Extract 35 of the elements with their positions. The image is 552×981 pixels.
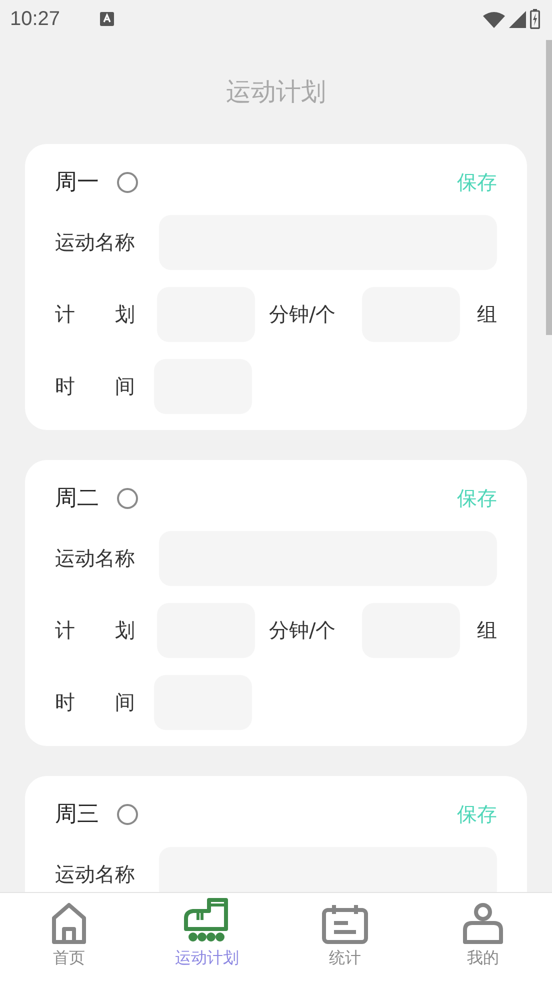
nav-tab[interactable]: 运动计划 (138, 893, 276, 981)
field-label: 时 间 (55, 689, 135, 716)
page-title: 运动计划 (225, 76, 327, 108)
person-icon (462, 902, 504, 944)
home-icon (51, 902, 87, 944)
day-label: 周一 (55, 169, 99, 197)
radio-button[interactable] (117, 172, 138, 192)
battery-icon (530, 9, 540, 29)
wifi-icon (483, 10, 505, 28)
nav-tab[interactable]: 我的 (414, 893, 552, 981)
unit-label: 分钟/个 (269, 301, 336, 328)
input-field[interactable] (159, 847, 497, 892)
field-label: 运动名称 (55, 861, 136, 888)
unit-label: 组 (477, 617, 497, 644)
nav-tab[interactable]: 首页 (0, 893, 138, 981)
unit-label: 分钟/个 (269, 617, 336, 644)
signal-icon (509, 10, 526, 28)
field-label: 运动名称 (55, 545, 136, 572)
nav-tab[interactable]: 统计 (276, 893, 414, 981)
save-link[interactable]: 保存 (457, 800, 497, 828)
skate-icon (183, 898, 231, 944)
notification-icon (100, 12, 114, 26)
field-label: 计 划 (55, 301, 135, 328)
day-label: 周三 (55, 801, 99, 829)
save-link[interactable]: 保存 (457, 168, 497, 196)
field-label: 运动名称 (55, 229, 136, 256)
radio-button[interactable] (117, 488, 138, 508)
unit-label: 组 (477, 301, 497, 328)
radio-button[interactable] (117, 804, 138, 824)
calendar-icon (322, 904, 368, 944)
field-label: 时 间 (55, 373, 135, 400)
field-label: 计 划 (55, 617, 135, 644)
status-time: 10:27 (10, 8, 60, 30)
save-link[interactable]: 保存 (457, 484, 497, 512)
day-label: 周二 (55, 485, 99, 513)
